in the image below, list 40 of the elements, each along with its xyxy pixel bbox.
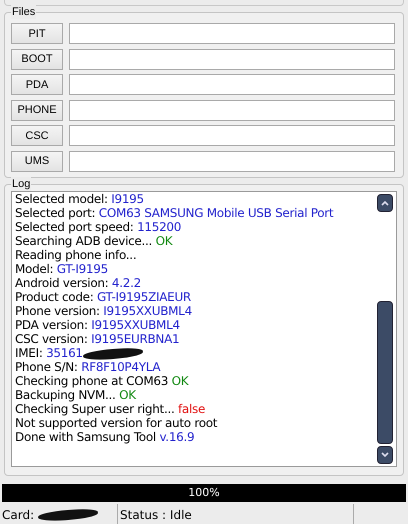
file-path-field[interactable] xyxy=(69,48,395,70)
file-button[interactable]: CSC xyxy=(11,125,63,146)
log-line: PDA version: I9195XXUBML4 xyxy=(15,318,180,332)
log-line: Phone S/N: RF8F10P4YLA xyxy=(15,360,160,374)
log-line: Backuping NVM... OK xyxy=(15,388,136,402)
log-line: Selected port speed: 115200 xyxy=(15,220,182,234)
log-line: Selected model: I9195 xyxy=(15,192,144,206)
status-text: Status : Idle xyxy=(120,507,192,524)
file-path-field[interactable] xyxy=(69,125,395,146)
status-text: Card: xyxy=(2,507,34,524)
file-path-field[interactable] xyxy=(69,100,395,121)
progress-label: 100% xyxy=(188,485,220,501)
log-line: Selected port: COM63 SAMSUNG Mobile USB Serial Port xyxy=(15,206,334,220)
file-button[interactable]: PIT xyxy=(11,23,63,44)
log-line: Reading phone info... xyxy=(15,248,136,262)
file-button[interactable]: BOOT xyxy=(11,48,63,70)
chevron-up-icon xyxy=(381,200,389,206)
log-line: IMEI: 35161 xyxy=(15,346,83,360)
file-button[interactable]: PHONE xyxy=(11,100,63,121)
log-line: Product code: GT-I9195ZIAEUR xyxy=(15,290,191,304)
file-button[interactable]: PDA xyxy=(11,74,63,96)
log-line: Model: GT-I9195 xyxy=(15,262,108,276)
log-line: Checking phone at COM63 OK xyxy=(15,374,188,388)
file-button[interactable]: UMS xyxy=(11,150,63,172)
log-line: Not supported version for auto root xyxy=(15,416,218,430)
file-path-field[interactable] xyxy=(69,150,395,172)
log-line: CSC version: I9195EURBNA1 xyxy=(15,332,180,346)
file-path-field[interactable] xyxy=(69,23,395,44)
file-path-field[interactable] xyxy=(69,74,395,96)
group-title: Log xyxy=(11,177,32,191)
log-line: Checking Super user right... false xyxy=(15,402,206,416)
log-line: Searching ADB device... OK xyxy=(15,234,172,248)
chevron-down-icon xyxy=(381,452,389,458)
log-line: Android version: 4.2.2 xyxy=(15,276,141,290)
scroll-up-button[interactable] xyxy=(377,194,393,212)
log-line: Done with Samsung Tool v.16.9 xyxy=(15,430,194,444)
log-line: Phone version: I9195XXUBML4 xyxy=(15,304,192,318)
group-title: Files xyxy=(11,5,36,19)
scroll-thumb[interactable] xyxy=(377,301,393,444)
scroll-down-button[interactable] xyxy=(377,446,393,464)
